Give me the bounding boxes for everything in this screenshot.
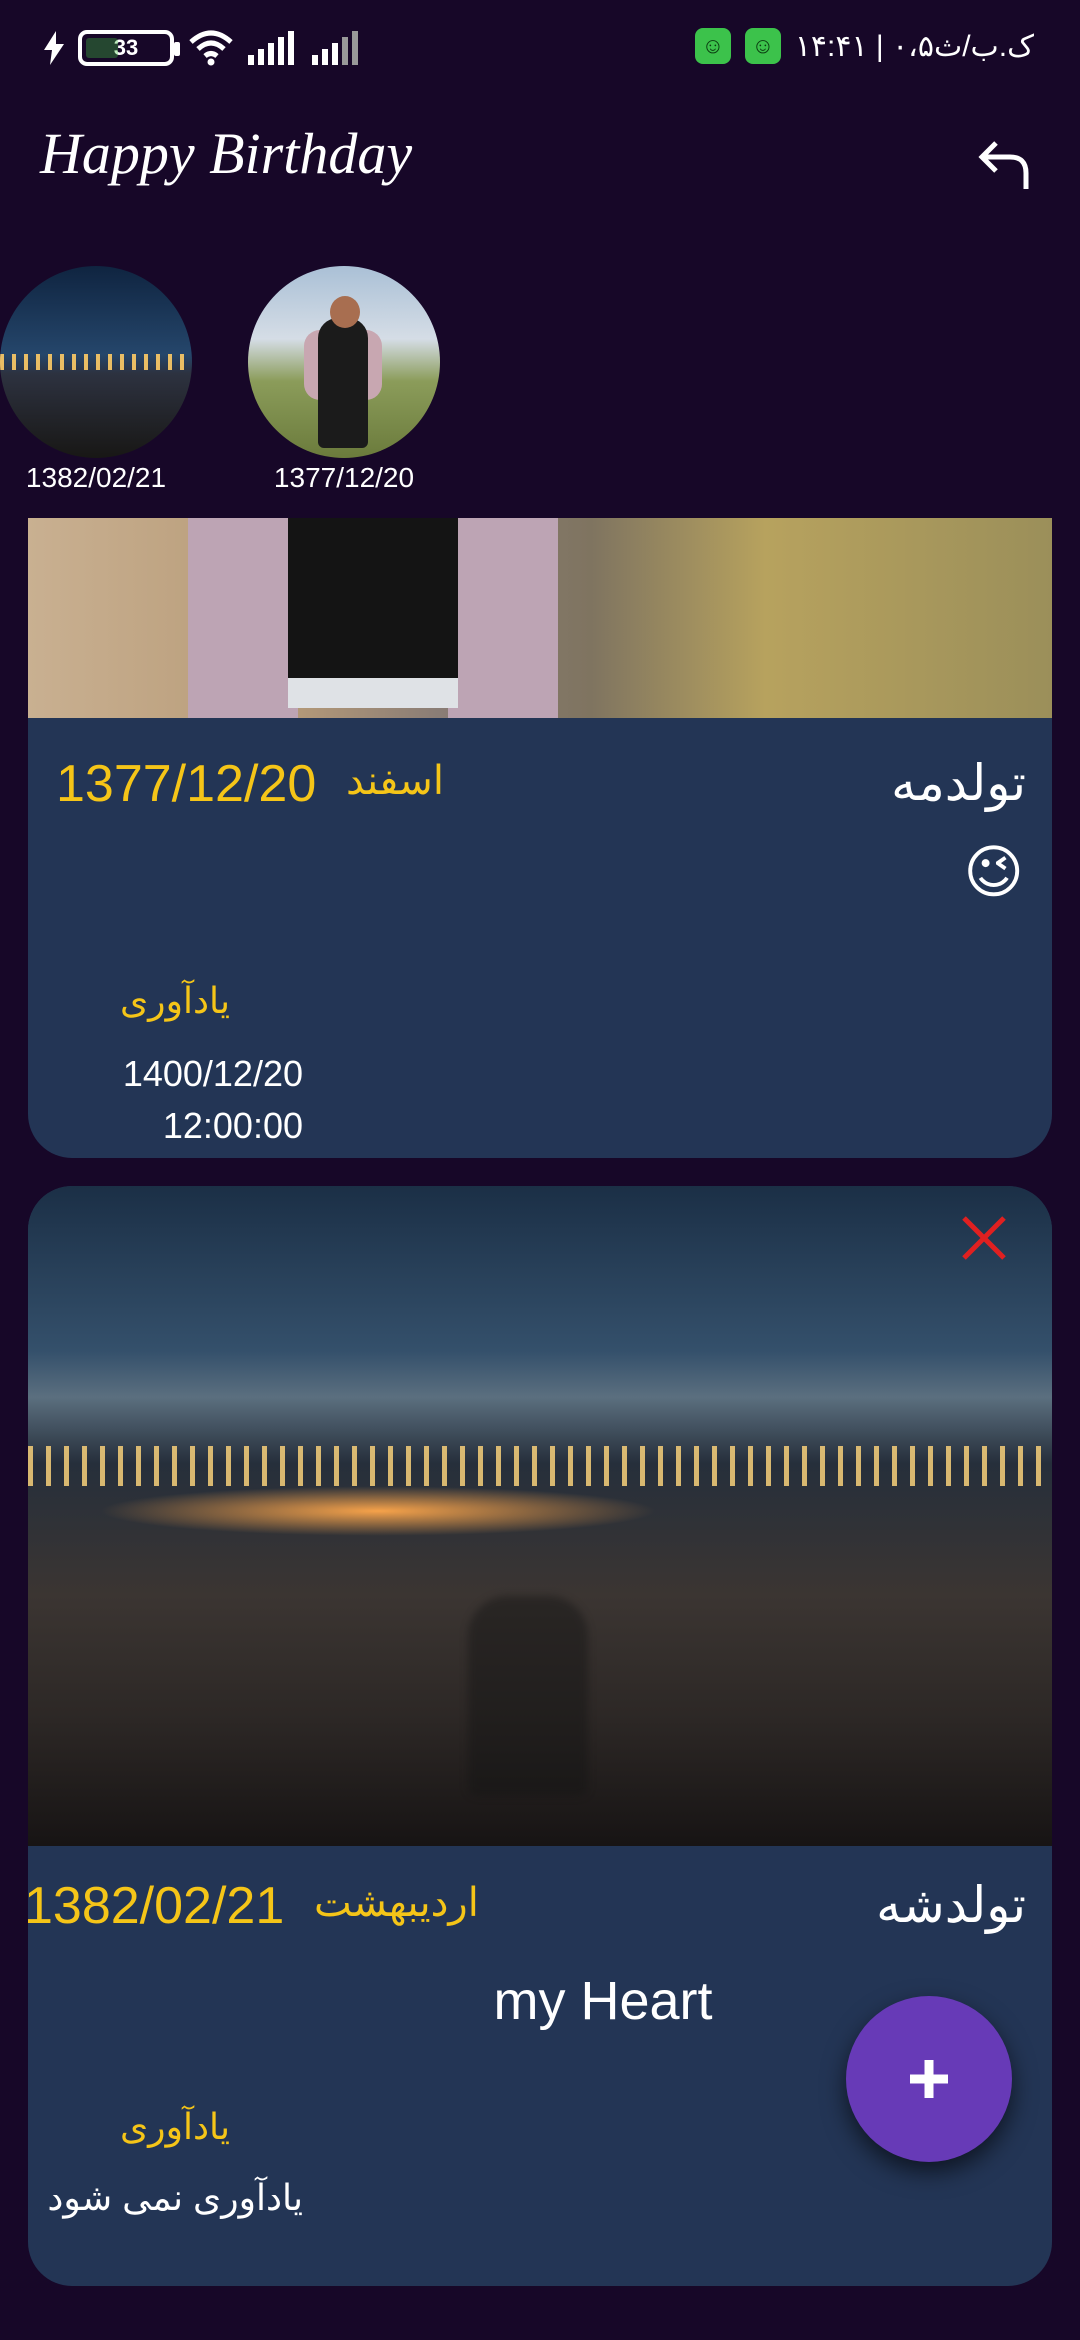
app-title: Happy Birthday bbox=[40, 121, 413, 186]
plus-icon bbox=[910, 2060, 948, 2098]
reminder-status: یادآوری نمی شود bbox=[47, 2177, 303, 2218]
reminder-time: 12:00:00 bbox=[162, 1105, 303, 1146]
card-month: اردیبهشت bbox=[314, 1881, 479, 1925]
add-birthday-button[interactable] bbox=[846, 1996, 1012, 2162]
story-list: 1382/02/21 1377/12/20 bbox=[0, 266, 1080, 506]
battery-icon: 33 bbox=[78, 30, 180, 66]
signal-icon-2 bbox=[312, 31, 358, 65]
close-icon bbox=[962, 1216, 1006, 1260]
story-avatar[interactable] bbox=[248, 266, 440, 458]
status-left: 33 bbox=[44, 30, 362, 66]
charging-icon bbox=[44, 31, 64, 65]
story-date: 1382/02/21 bbox=[25, 462, 167, 493]
story-avatar[interactable] bbox=[0, 266, 192, 458]
status-bar: 33 ☺ ☺ ۱۴:۴۱ | ۰،۵ک.ب/ث bbox=[0, 0, 1080, 100]
card-title: تولدمه bbox=[891, 755, 1026, 811]
story-item[interactable]: 1382/02/21 bbox=[0, 266, 194, 494]
card-photo bbox=[28, 518, 1052, 718]
status-time-speed: ۱۴:۴۱ | ۰،۵ک.ب/ث bbox=[794, 29, 1034, 63]
back-button[interactable] bbox=[968, 130, 1040, 202]
reminder-label: یادآوری bbox=[120, 2106, 230, 2147]
card-title: تولدشه bbox=[876, 1877, 1026, 1933]
card-date: 1382/02/21 bbox=[28, 1877, 285, 1935]
card-month: اسفند bbox=[346, 759, 444, 803]
card-emoji: 😉 bbox=[963, 840, 1024, 905]
reminder-date: 1400/12/20 bbox=[122, 1053, 303, 1094]
birthday-card[interactable]: تولدمه اسفند 1377/12/20 😉 یادآوری 1400/1… bbox=[28, 518, 1052, 1158]
signal-icon bbox=[248, 31, 294, 65]
undo-arrow-icon bbox=[978, 141, 1029, 189]
card-photo bbox=[28, 1186, 1052, 1846]
notification-app-icon-2: ☺ bbox=[744, 28, 781, 64]
card-date: 1377/12/20 bbox=[56, 755, 317, 813]
notification-app-icon: ☺ bbox=[694, 28, 731, 64]
delete-button[interactable] bbox=[954, 1208, 1014, 1268]
status-right: ☺ ☺ ۱۴:۴۱ | ۰،۵ک.ب/ث bbox=[694, 28, 1034, 64]
story-date: 1377/12/20 bbox=[273, 462, 415, 493]
reminder-label: یادآوری bbox=[120, 980, 230, 1021]
story-item[interactable]: 1377/12/20 bbox=[246, 266, 442, 494]
wifi-icon bbox=[189, 30, 233, 66]
